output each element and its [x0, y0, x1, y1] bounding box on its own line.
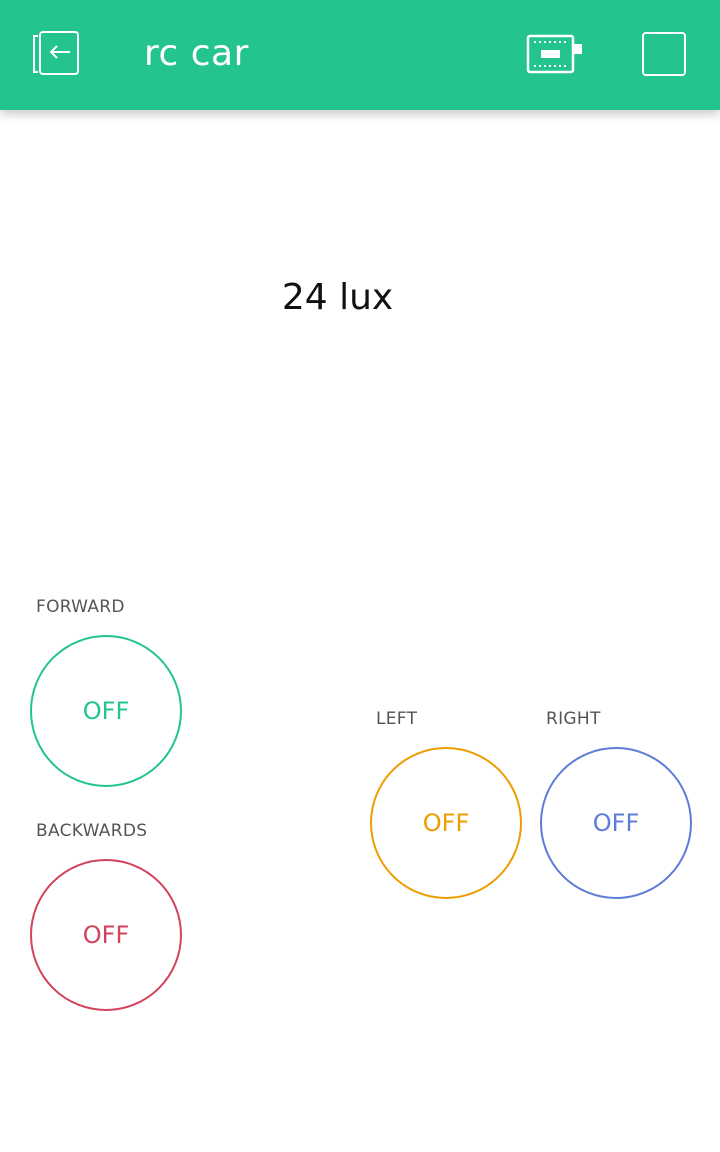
device-icon[interactable]: [525, 32, 585, 76]
left-button[interactable]: OFF: [370, 747, 522, 899]
lux-value-display: 24 lux: [281, 277, 394, 318]
right-button[interactable]: OFF: [540, 747, 692, 899]
forward-label: FORWARD: [36, 597, 125, 617]
backwards-label: BACKWARDS: [36, 821, 148, 841]
app-title: rc car: [144, 33, 249, 74]
forward-button-state: OFF: [82, 697, 130, 725]
right-label: RIGHT: [546, 709, 601, 729]
backwards-button[interactable]: OFF: [30, 859, 182, 1011]
right-button-state: OFF: [592, 809, 640, 837]
stop-icon[interactable]: [642, 32, 686, 76]
exit-icon[interactable]: [30, 30, 82, 78]
left-label: LEFT: [376, 709, 418, 729]
app-header: rc car: [0, 0, 720, 110]
left-button-state: OFF: [422, 809, 470, 837]
backwards-button-state: OFF: [82, 921, 130, 949]
forward-button[interactable]: OFF: [30, 635, 182, 787]
